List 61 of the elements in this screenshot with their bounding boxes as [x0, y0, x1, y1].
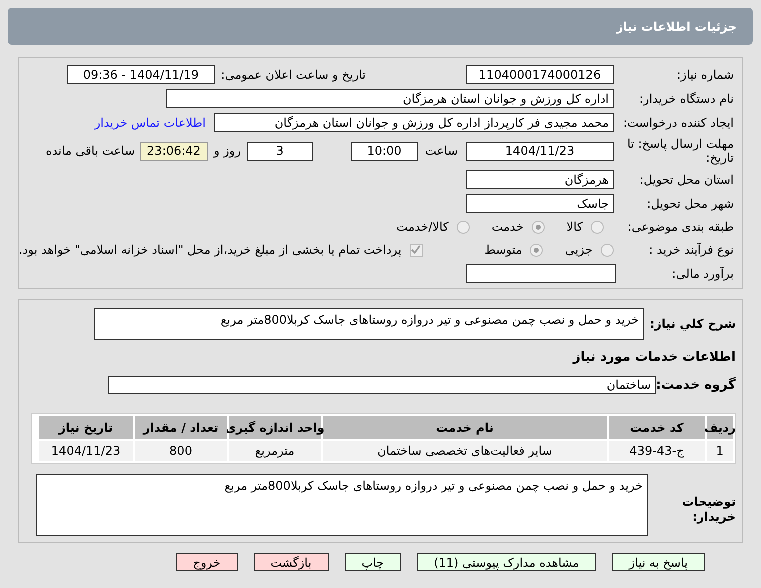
text-field[interactable]: اداره کل ورزش و جوانان استان هرمزگان	[166, 89, 614, 108]
table-cell: 1	[707, 441, 733, 461]
text-field[interactable]: 3	[247, 142, 313, 160]
field-label: طبقه بندی موضوعی:	[626, 219, 734, 236]
section-heading: اطلاعات خدمات مورد نیاز	[572, 349, 736, 367]
field-label: کالا	[566, 219, 583, 236]
field-label: برآورد مالی:	[671, 266, 734, 282]
field-label: جزیی	[565, 242, 593, 259]
text-field[interactable]: جاسک	[466, 194, 614, 213]
action-button[interactable]: بازگشت	[254, 553, 329, 571]
action-button[interactable]: خروج	[176, 553, 238, 571]
field-label: ساعت	[424, 143, 458, 160]
radio-button[interactable]	[456, 220, 470, 234]
text-field[interactable]: هرمزگان	[466, 170, 614, 189]
field-label: نام دستگاه خریدار:	[638, 90, 734, 108]
column-header: نام خدمت	[323, 416, 607, 439]
field-label: کالا/خدمت	[396, 219, 449, 236]
field-label: مهلت ارسال پاسخ: تا تاریخ:	[626, 137, 734, 165]
action-button[interactable]: چاپ	[344, 553, 402, 571]
table-cell: 800	[135, 441, 227, 461]
field-label: شرح کلي نیاز:	[650, 316, 736, 332]
field-label: تاریخ و ساعت اعلان عمومی:	[221, 66, 366, 84]
field-label: ایجاد کننده درخواست:	[622, 114, 734, 132]
action-button[interactable]: پاسخ به نیاز	[612, 553, 705, 571]
table-cell: مترمربع	[229, 441, 321, 461]
radio-button[interactable]	[530, 244, 544, 256]
table-cell: سایر فعالیت‌های تخصصی ساختمان	[323, 441, 607, 461]
column-header: تعداد / مقدار	[135, 416, 227, 439]
field-label: شهر محل تحویل:	[646, 196, 734, 212]
table-cell: 1404/11/23	[39, 441, 133, 461]
column-header: کد خدمت	[609, 416, 705, 439]
text-field[interactable]	[466, 264, 616, 283]
field-label: پرداخت تمام یا بخشی از مبلغ خرید،از محل "اسناد خزانه اسلامی" خواهد بود.	[19, 242, 402, 259]
radio-button[interactable]	[600, 244, 614, 256]
buyer-notes-textarea[interactable]: خرید و حمل و نصب چمن مصنوعی و تیر دروازه روستاهای جاسک کربلا800متر مربع	[36, 474, 648, 536]
service-group-field[interactable]: ساختمان	[108, 376, 656, 394]
field-label: گروه خدمت:	[656, 376, 736, 394]
radio-button[interactable]	[532, 220, 545, 234]
text-field[interactable]: 10:00	[351, 142, 418, 160]
radio-button[interactable]	[591, 220, 604, 234]
field-label: ساعت باقی مانده	[46, 143, 135, 160]
checkbox[interactable]	[410, 244, 423, 256]
field-label: متوسط	[484, 242, 522, 259]
action-button[interactable]: مشاهده مدارک پیوستی (11)	[417, 553, 596, 571]
text-field[interactable]: 1104000174000126	[466, 65, 614, 84]
table-cell: ج-43-439	[609, 441, 705, 461]
description-textarea[interactable]: خرید و حمل و نصب چمن مصنوعی و تیر دروازه روستاهای جاسک کربلا800متر مربع	[94, 308, 644, 340]
buyer-contact-link[interactable]: اطلاعات تماس خریدار	[94, 114, 206, 132]
field-label: نوع فرآیند خرید :	[648, 242, 734, 259]
page-title: جزئیات اطلاعات نیاز	[616, 18, 737, 36]
column-header: تاریخ نیاز	[39, 416, 133, 439]
text-field[interactable]: 1404/11/23	[466, 142, 614, 160]
field-label: خدمت	[492, 219, 524, 236]
field-label: شماره نیاز:	[676, 66, 734, 84]
countdown-field: 23:06:42	[140, 142, 208, 160]
field-label: استان محل تحویل:	[638, 172, 734, 188]
column-header: ردیف	[707, 416, 733, 439]
field-label: توضیحات خریدار:	[681, 495, 736, 525]
text-field[interactable]: 1404/11/19 - 09:36	[67, 65, 216, 84]
field-label: روز و	[214, 143, 241, 160]
text-field[interactable]: محمد مجیدی فر کارپرداز اداره کل ورزش و جوانان استان هرمزگان	[214, 113, 614, 132]
